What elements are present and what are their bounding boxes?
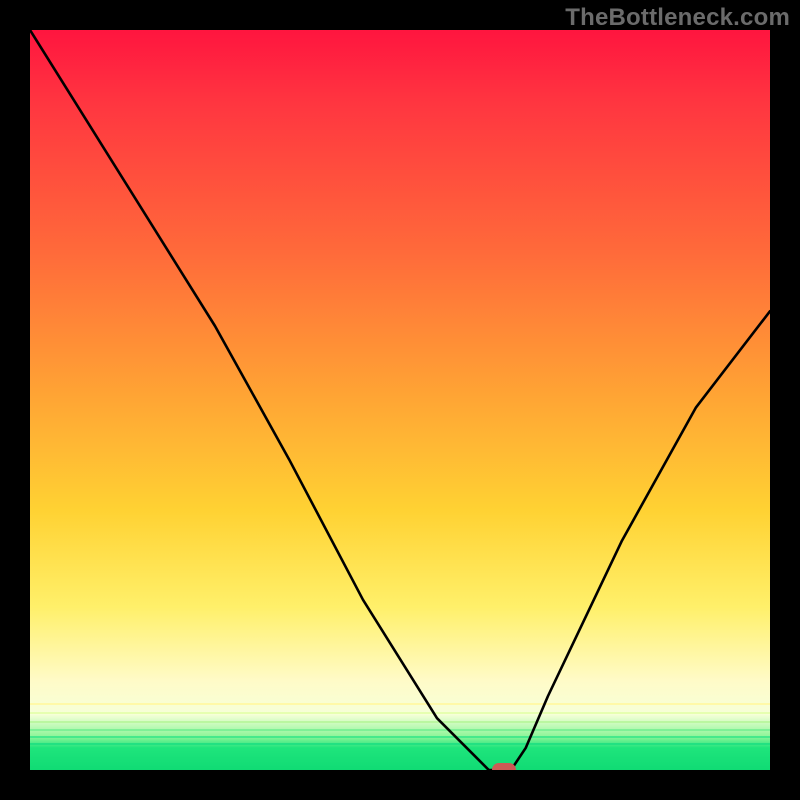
bottleneck-curve-path <box>30 30 770 770</box>
curve-svg <box>30 30 770 770</box>
watermark-text: TheBottleneck.com <box>565 4 790 32</box>
chart-container: TheBottleneck.com <box>0 0 800 800</box>
optimum-marker <box>492 763 516 770</box>
plot-area <box>30 30 770 770</box>
